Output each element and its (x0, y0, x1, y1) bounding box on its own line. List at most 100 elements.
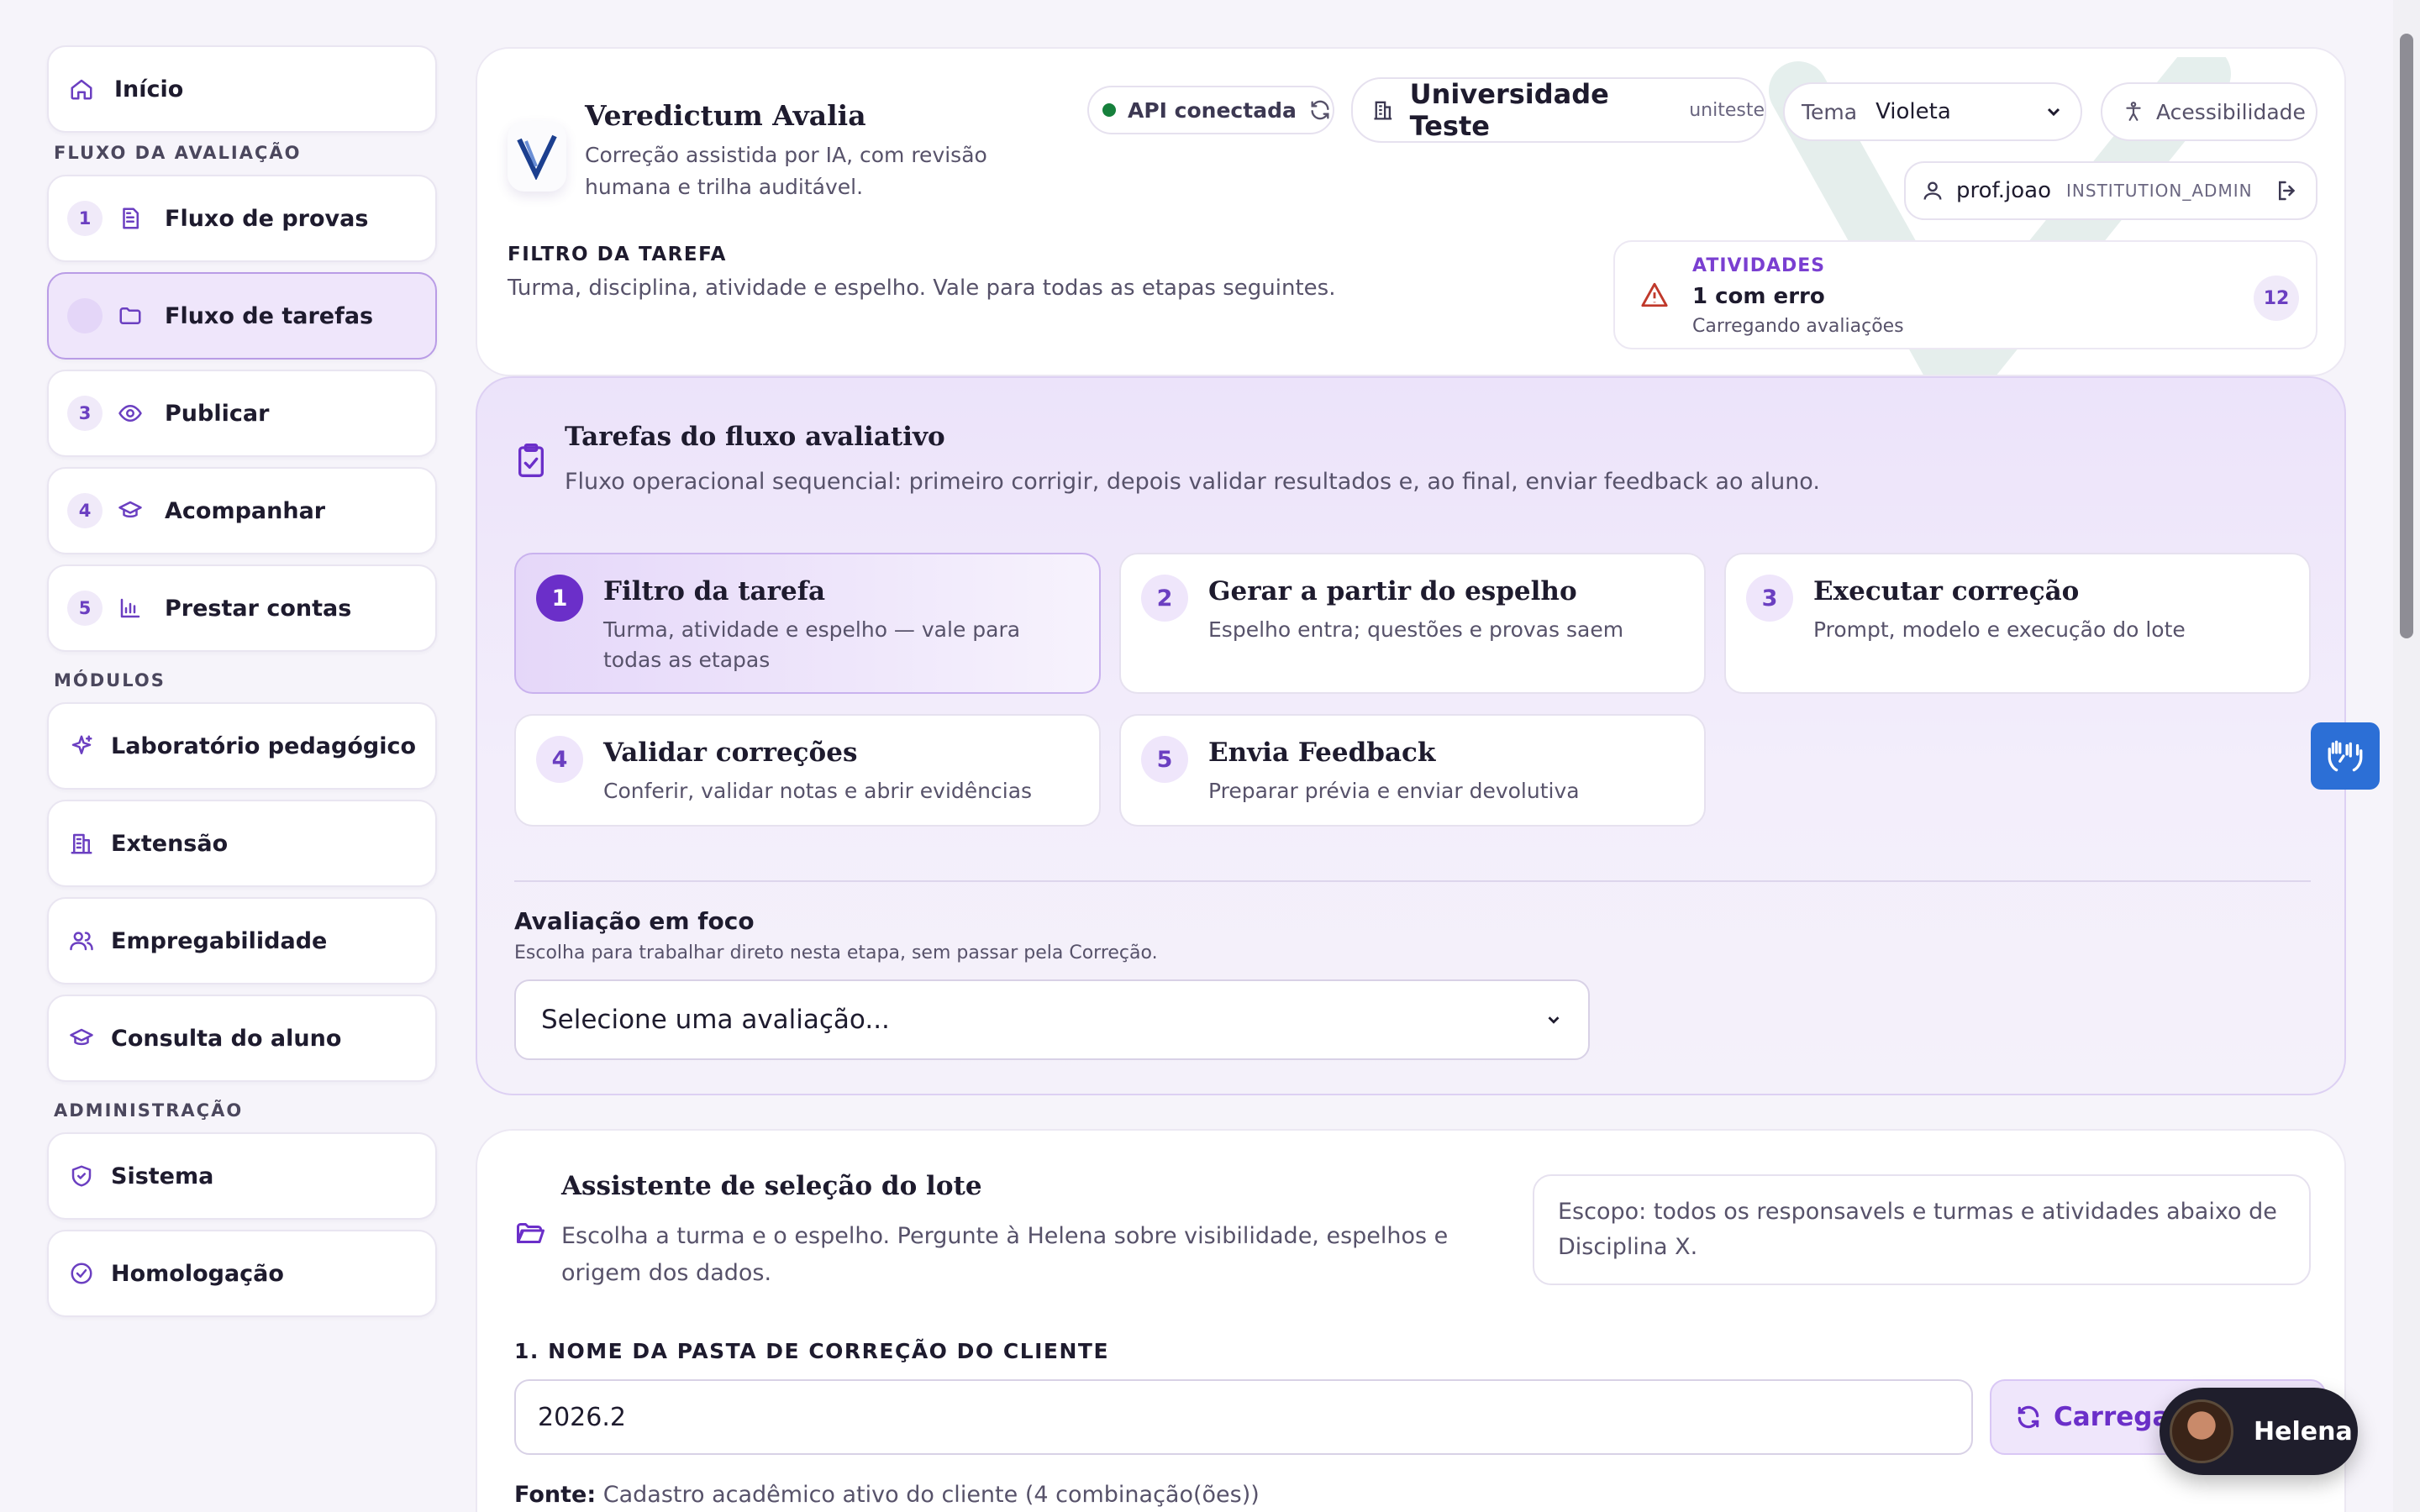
step-number: 2 (1141, 575, 1188, 622)
sidebar-item-consulta-aluno[interactable]: Consulta do aluno (47, 995, 437, 1082)
graduation-cap-icon (116, 496, 145, 525)
document-icon (116, 204, 145, 233)
sidebar-item-label: Sistema (111, 1163, 214, 1189)
step-title: Envia Feedback (1208, 738, 1436, 768)
sidebar-item-fluxo-tarefas[interactable]: 2 Fluxo de tarefas (47, 272, 437, 360)
sidebar-item-publicar[interactable]: 3 Publicar (47, 370, 437, 457)
step-number: 4 (536, 736, 583, 783)
accessibility-label: Acessibilidade (2156, 99, 2306, 124)
scrollbar-thumb[interactable] (2400, 34, 2413, 638)
folder-label: 1. NOME DA PASTA DE CORREÇÃO DO CLIENTE (514, 1339, 1110, 1363)
step-title: Filtro da tarefa (603, 576, 826, 606)
api-status: API conectada (1087, 86, 1334, 134)
logo-v-icon (517, 134, 557, 180)
step-card-feedback[interactable]: 5 Envia Feedback Preparar prévia e envia… (1119, 714, 1706, 827)
app-subtitle: Correção assistida por IA, com revisão h… (585, 143, 987, 199)
sidebar-item-label: Acompanhar (165, 497, 326, 524)
step-card-validar[interactable]: 4 Validar correções Conferir, validar no… (514, 714, 1101, 827)
user-menu[interactable]: prof.joao INSTITUTION_ADMIN (1904, 161, 2317, 220)
chevron-down-icon (1548, 1016, 1560, 1024)
evaluation-select-value: Selecione uma avaliação... (541, 1005, 890, 1035)
section-title-modules: MÓDULOS (54, 670, 166, 690)
batch-card: Assistente de seleção do lote Escolha a … (476, 1129, 2346, 1512)
sidebar-item-empregabilidade[interactable]: Empregabilidade (47, 897, 437, 984)
accessibility-button[interactable]: Acessibilidade (2101, 82, 2317, 141)
status-dot-icon (1102, 103, 1116, 117)
warning-icon (1641, 282, 1668, 307)
university-code: uniteste (1689, 99, 1765, 121)
assistant-helena-button[interactable]: Helena (2160, 1388, 2358, 1475)
step-description: Conferir, validar notas e abrir evidênci… (603, 779, 1033, 803)
step-title: Gerar a partir do espelho (1208, 576, 1577, 606)
focus-label: Avaliação em foco (514, 907, 755, 935)
tasks-title: Tarefas do fluxo avaliativo (565, 422, 945, 452)
user-icon (1923, 181, 1942, 200)
chevron-down-icon (2047, 108, 2060, 117)
avatar (2170, 1399, 2233, 1463)
activities-status: Carregando avaliações (1692, 316, 1904, 337)
scope-box: Escopo: todos os responsavels e turmas e… (1533, 1174, 2311, 1285)
step-title: Executar correção (1813, 576, 2080, 606)
assistant-name: Helena (2254, 1416, 2353, 1446)
step-card-executar[interactable]: 3 Executar correção Prompt, modelo e exe… (1724, 553, 2311, 694)
batch-title: Assistente de seleção do lote (561, 1171, 982, 1201)
university-selector[interactable]: Universidade Teste uniteste (1351, 77, 1766, 143)
sign-language-button[interactable] (2311, 722, 2380, 790)
sidebar-item-extensao[interactable]: Extensão (47, 800, 437, 887)
filter-label: FILTRO DA TAREFA (508, 244, 727, 265)
activities-count-badge: 12 (2254, 276, 2299, 321)
sidebar-item-label: Laboratório pedagógico (111, 732, 417, 759)
step-number: 3 (1746, 575, 1793, 622)
step-description: Espelho entra; questões e provas saem (1208, 617, 1624, 642)
refresh-icon[interactable] (1308, 98, 1332, 122)
building-icon (67, 829, 96, 858)
sidebar-item-label: Prestar contas (165, 595, 352, 622)
users-icon (67, 927, 96, 955)
theme-select[interactable]: Tema Violeta (1783, 82, 2082, 141)
activities-card[interactable]: ATIVIDADES 1 com erro Carregando avaliaç… (1613, 240, 2317, 349)
step-number: 2 (67, 298, 103, 333)
app-title: Veredictum Avalia (585, 99, 866, 132)
sidebar-item-label: Publicar (165, 400, 270, 427)
evaluation-select[interactable]: Selecione uma avaliação... (514, 979, 1590, 1060)
check-circle-icon (67, 1259, 96, 1288)
sidebar-item-acompanhar[interactable]: 4 Acompanhar (47, 467, 437, 554)
data-source: Fonte: Cadastro acadêmico ativo do clien… (514, 1482, 1260, 1508)
source-value: Cadastro acadêmico ativo do cliente (4 c… (602, 1482, 1260, 1508)
sidebar-item-prestar-contas[interactable]: 5 Prestar contas (47, 564, 437, 652)
theme-label: Tema (1802, 99, 1858, 124)
app-logo (508, 121, 566, 192)
step-card-gerar[interactable]: 2 Gerar a partir do espelho Espelho entr… (1119, 553, 1706, 694)
sidebar-item-sistema[interactable]: Sistema (47, 1132, 437, 1220)
sidebar-item-laboratorio[interactable]: Laboratório pedagógico (47, 702, 437, 790)
user-role: INSTITUTION_ADMIN (2066, 181, 2253, 201)
step-number: 1 (67, 201, 103, 236)
step-card-filtro[interactable]: 1 Filtro da tarefa Turma, atividade e es… (514, 553, 1101, 694)
header-card: Veredictum Avalia Correção assistida por… (476, 47, 2346, 376)
step-description: Turma, atividade e espelho — vale para t… (603, 617, 1021, 672)
sidebar-item-fluxo-provas[interactable]: 1 Fluxo de provas (47, 175, 437, 262)
folder-open-icon (517, 1223, 544, 1243)
bar-chart-icon (116, 594, 145, 622)
sidebar-item-label: Extensão (111, 830, 229, 857)
section-title-flow: FLUXO DA AVALIAÇÃO (54, 143, 302, 163)
graduation-cap-icon (67, 1024, 96, 1053)
section-title-admin: ADMINISTRAÇÃO (54, 1100, 244, 1121)
user-name: prof.joao (1956, 178, 2052, 203)
tasks-description: Fluxo operacional sequencial: primeiro c… (565, 469, 1820, 495)
step-title: Validar correções (603, 738, 858, 768)
folder-name-input[interactable]: 2026.2 (514, 1379, 1973, 1455)
sidebar-item-label: Empregabilidade (111, 927, 328, 954)
step-number: 5 (1141, 736, 1188, 783)
sidebar-item-label: Início (114, 76, 184, 102)
sidebar-item-homologacao[interactable]: Homologação (47, 1230, 437, 1317)
sparkles-icon (67, 732, 96, 760)
logout-icon[interactable] (2275, 178, 2300, 203)
focus-hint: Escolha para trabalhar direto nesta etap… (514, 942, 1158, 963)
api-status-label: API conectada (1128, 97, 1297, 123)
refresh-icon (2018, 1405, 2039, 1429)
folder-icon (116, 302, 145, 330)
sidebar-item-inicio[interactable]: Início (47, 45, 437, 133)
step-number: 3 (67, 396, 103, 431)
divider (514, 880, 2311, 882)
